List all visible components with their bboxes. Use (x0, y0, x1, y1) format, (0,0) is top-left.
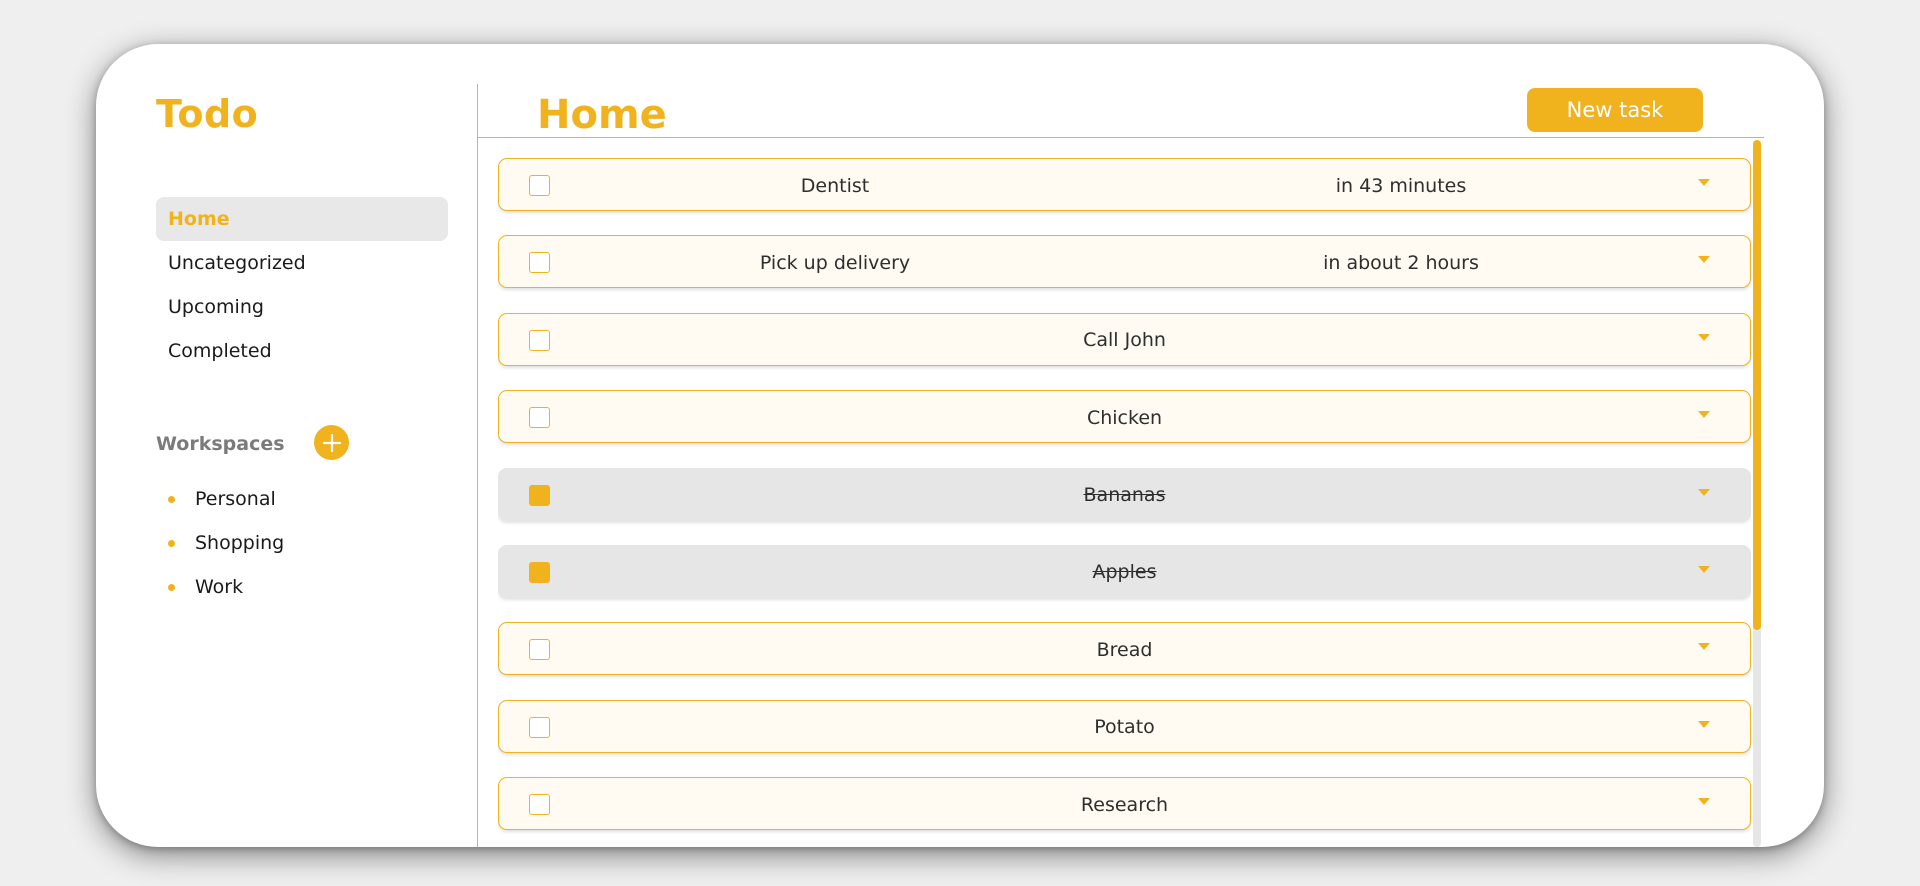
header-divider (477, 137, 1764, 138)
workspace-item-work[interactable]: Work (168, 565, 284, 609)
workspaces-title: Workspaces (156, 433, 285, 455)
chevron-down-icon[interactable] (1698, 720, 1710, 728)
chevron-down-icon[interactable] (1698, 798, 1710, 806)
task-due-time: in about 2 hours (1323, 251, 1479, 274)
workspace-label: Personal (195, 488, 276, 510)
app-window: Todo Home Uncategorized Upcoming Complet… (96, 44, 1824, 847)
workspace-label: Shopping (195, 532, 285, 554)
task-row: Bread (498, 622, 1751, 676)
task-checkbox[interactable] (529, 175, 550, 196)
sidebar-item-label: Completed (168, 340, 272, 362)
task-name: Call John (1083, 329, 1166, 352)
workspace-label: Work (195, 576, 244, 598)
bullet-icon (168, 495, 175, 503)
bullet-icon (168, 583, 175, 591)
add-workspace-button[interactable] (314, 425, 349, 460)
task-row: Chicken (498, 390, 1751, 444)
sidebar-item-label: Upcoming (168, 296, 264, 318)
task-row: Pick up delivery in about 2 hours (498, 235, 1751, 289)
task-checkbox[interactable] (529, 252, 550, 274)
task-row: Call John (498, 312, 1751, 366)
task-name: Research (1080, 793, 1169, 816)
chevron-down-icon[interactable] (1698, 179, 1710, 186)
chevron-down-icon[interactable] (1698, 333, 1710, 341)
task-name: Bread (1096, 638, 1153, 661)
task-name: Potato (1094, 716, 1155, 739)
chevron-down-icon[interactable] (1698, 643, 1710, 651)
task-checkbox[interactable] (529, 639, 550, 661)
sidebar-divider (477, 84, 478, 847)
sidebar-item-label: Uncategorized (168, 252, 306, 274)
app-brand: Todo (156, 92, 259, 136)
task-checkbox[interactable] (529, 794, 550, 816)
task-row: Bananas (498, 467, 1751, 521)
task-checkbox[interactable] (529, 561, 550, 583)
task-list: Dentist in 43 minutes Pick up delivery i… (498, 158, 1751, 847)
sidebar-nav: Home Uncategorized Upcoming Completed (156, 197, 448, 373)
workspace-item-shopping[interactable]: Shopping (168, 521, 284, 565)
task-name: Apples (1092, 561, 1157, 584)
task-checkbox[interactable] (529, 716, 550, 738)
bullet-icon (168, 539, 175, 547)
plus-icon (322, 433, 341, 452)
sidebar-item-label: Home (168, 208, 230, 230)
task-name: Dentist (800, 174, 870, 197)
sidebar-item-uncategorized[interactable]: Uncategorized (156, 241, 448, 285)
new-task-button[interactable]: New task (1527, 88, 1703, 132)
sidebar-item-home[interactable]: Home (156, 197, 448, 241)
sidebar-item-completed[interactable]: Completed (156, 329, 448, 373)
task-due-time: in 43 minutes (1335, 174, 1467, 197)
task-row: Research (498, 777, 1751, 831)
workspaces-header: Workspaces (156, 425, 356, 460)
chevron-down-icon[interactable] (1698, 565, 1710, 573)
task-checkbox[interactable] (529, 329, 550, 351)
scrollbar-thumb[interactable] (1753, 140, 1761, 630)
workspace-item-personal[interactable]: Personal (168, 477, 284, 521)
task-name: Pick up delivery (759, 251, 911, 274)
chevron-down-icon[interactable] (1698, 256, 1710, 264)
workspace-list: Personal Shopping Work (168, 477, 284, 609)
task-checkbox[interactable] (529, 484, 550, 506)
page-title: Home (537, 92, 667, 138)
task-row: Dentist in 43 minutes (498, 158, 1751, 211)
task-row: Potato (498, 699, 1751, 753)
task-checkbox[interactable] (529, 407, 550, 429)
task-name: Bananas (1083, 484, 1166, 507)
chevron-down-icon[interactable] (1698, 411, 1710, 419)
task-name: Chicken (1086, 406, 1163, 429)
sidebar-item-upcoming[interactable]: Upcoming (156, 285, 448, 329)
chevron-down-icon[interactable] (1698, 488, 1710, 496)
task-row: Apples (498, 544, 1751, 598)
